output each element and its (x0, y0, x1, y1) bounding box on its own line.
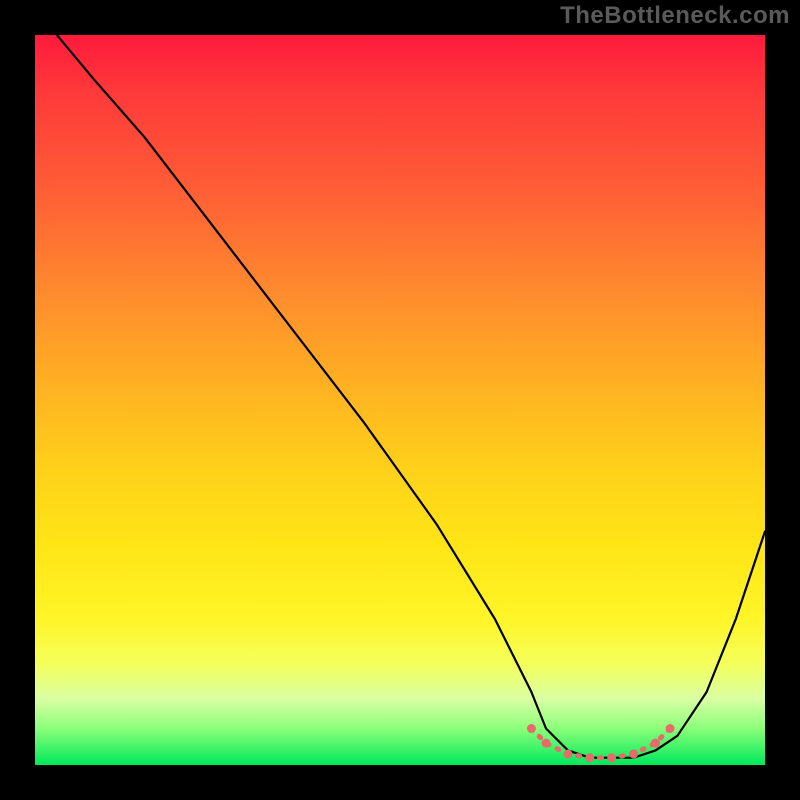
watermark-text: TheBottleneck.com (560, 2, 790, 30)
chart-overlay (35, 35, 765, 765)
chart-frame: TheBottleneck.com (0, 0, 800, 800)
bottleneck-curve (57, 35, 765, 758)
